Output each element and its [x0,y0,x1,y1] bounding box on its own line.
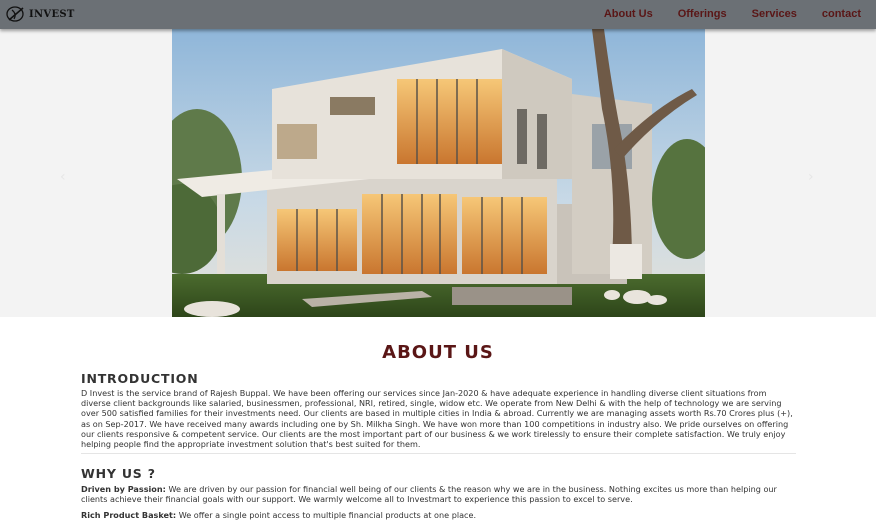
why-point-passion: Driven by Passion: We are driven by our … [81,484,796,504]
why-point-label: Rich Product Basket: [81,510,177,520]
nav-contact[interactable]: contact [822,8,861,20]
why-heading: WHY US ? [81,466,156,481]
intro-heading: INTRODUCTION [81,371,199,386]
about-title: ABOUT US [382,342,494,363]
nav-services[interactable]: Services [752,8,797,20]
why-point-product-basket: Rich Product Basket: We offer a single p… [81,510,796,520]
brand-name: INVEST [29,8,75,20]
hero-carousel: ‹ › [0,29,876,317]
why-point-label: Driven by Passion: [81,484,166,494]
why-point-text: We offer a single point access to multip… [176,510,477,520]
top-navbar: INVEST About Us Offerings Services conta… [0,0,876,29]
main-nav: About Us Offerings Services contact [579,8,861,20]
intro-paragraph: D Invest is the service brand of Rajesh … [81,388,793,450]
why-point-text: We are driven by our passion for financi… [81,484,777,505]
chevron-left-icon[interactable]: ‹ [60,169,66,185]
hero-house-image [172,29,705,317]
nav-offerings[interactable]: Offerings [678,8,727,20]
chevron-right-icon[interactable]: › [808,169,814,185]
section-divider [81,453,796,454]
nav-about-us[interactable]: About Us [604,8,653,20]
brand-logo[interactable]: INVEST [6,5,75,23]
logo-mark-icon [6,6,24,22]
